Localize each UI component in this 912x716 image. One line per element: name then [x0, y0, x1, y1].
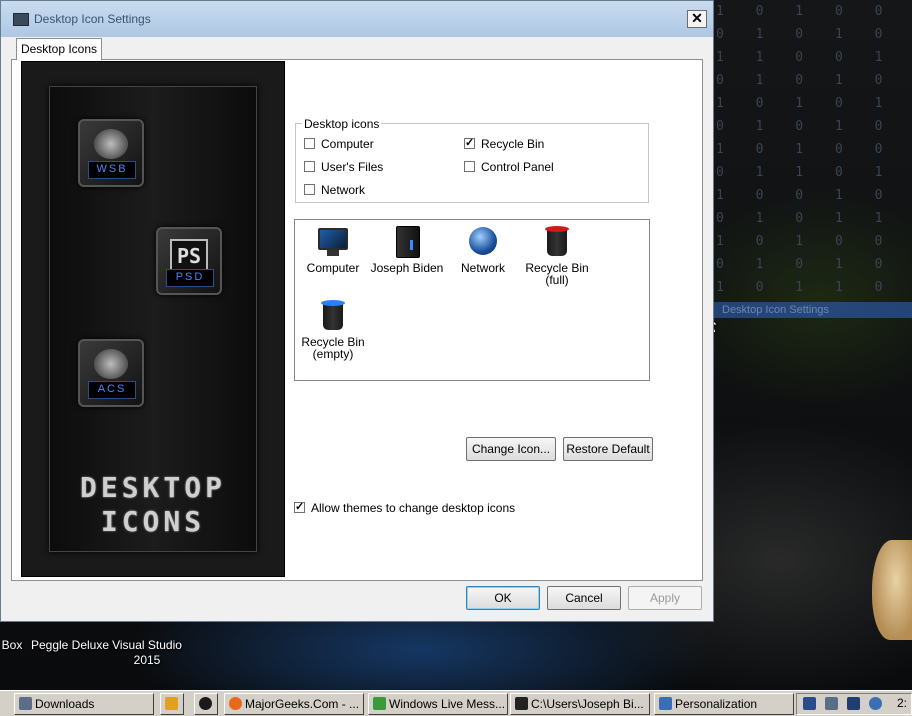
restore-default-button[interactable]: Restore Default	[563, 437, 653, 461]
checkbox-label: Recycle Bin	[481, 137, 545, 151]
apply-button[interactable]: Apply	[628, 586, 702, 610]
taskbar-item-majorgeeks[interactable]: MajorGeeks.Com - ...	[224, 693, 364, 715]
taskbar-item-media[interactable]	[160, 693, 184, 715]
checkbox-label: User's Files	[321, 160, 384, 174]
desktop-icon-label: Visual Studio 2015	[112, 638, 182, 667]
messenger-icon	[373, 697, 386, 710]
recycle-bin-empty-icon	[316, 298, 350, 332]
taskbar-item-label: Personalization	[675, 697, 758, 711]
ps-glyph: PS	[170, 239, 208, 271]
checkbox-label: Control Panel	[481, 160, 554, 174]
taskbar-item-personalization[interactable]: Personalization	[654, 693, 794, 715]
window-app-icon	[13, 13, 29, 26]
desktop-icon-visual-studio[interactable]: Visual Studio 2015	[110, 622, 184, 668]
tile-tag: ACS	[88, 381, 136, 399]
checkbox-box-checked[interactable]: ✓	[294, 502, 305, 513]
tray-volume-icon[interactable]	[869, 697, 882, 710]
system-tray: 2:	[796, 693, 912, 715]
desktop-icon-row: Box Peggle Deluxe Visual Studio 2015	[0, 622, 200, 670]
group-label: Desktop icons	[302, 117, 382, 131]
tray-monitor-icon[interactable]	[847, 697, 860, 710]
preview-title-line2: ICONS	[100, 505, 206, 538]
checkbox-box[interactable]	[304, 138, 315, 149]
tab-desktop-icons[interactable]: Desktop Icons	[16, 38, 102, 60]
checkbox-box[interactable]	[304, 184, 315, 195]
checkbox-box[interactable]	[464, 161, 475, 172]
binary-wallpaper-pattern: 1 0 1 0 0 1 0 1 0 1 0 1 0 1 0 1 1 1 0 0 …	[716, 4, 895, 295]
checkbox-label: Allow themes to change desktop icons	[311, 501, 516, 515]
preview-frame: WSB PS PSD ACS DESKTOP ICONS	[49, 86, 257, 552]
hamster-wallpaper-figure	[872, 540, 912, 640]
taskbar-item-app[interactable]	[194, 693, 218, 715]
desktop-icon-settings-dialog: Desktop Icon Settings ✕ Desktop Icons WS…	[0, 0, 714, 622]
desktop-icon-label: Box	[1, 638, 23, 652]
theme-preview-image: WSB PS PSD ACS DESKTOP ICONS	[21, 61, 285, 577]
gear-tools-icon	[94, 129, 128, 159]
list-item-network[interactable]: Network	[445, 224, 521, 274]
firefox-icon	[229, 697, 242, 710]
taskbar-item-label: C:\Users\Joseph Bi...	[531, 697, 644, 711]
list-item-label: Computer	[306, 261, 360, 275]
psd-tile-icon: PS PSD	[156, 227, 222, 295]
list-item-recycle-bin-empty[interactable]: Recycle Bin (empty)	[295, 298, 371, 360]
dialog-title: Desktop Icon Settings	[34, 12, 151, 26]
taskbar-item-7zip[interactable]: C:\Users\Joseph Bi...	[510, 693, 650, 715]
drag-ghost-label: Desktop Icon Settings	[704, 302, 912, 318]
checkbox-box-checked[interactable]: ✓	[464, 138, 475, 149]
list-item-recycle-bin-full[interactable]: Recycle Bin (full)	[519, 224, 595, 286]
taskbar-item-live-messenger[interactable]: Windows Live Mess...	[368, 693, 508, 715]
speaker-icon	[94, 349, 128, 379]
desktop-icon-label: Peggle Deluxe	[30, 638, 110, 652]
taskbar-item-label: Windows Live Mess...	[389, 697, 506, 711]
cancel-button[interactable]: Cancel	[547, 586, 621, 610]
desktop-icon-box[interactable]: Box	[0, 622, 24, 653]
media-player-icon	[165, 697, 178, 710]
ok-button[interactable]: OK	[466, 586, 540, 610]
list-item-sublabel: (empty)	[312, 347, 354, 361]
checkbox-label: Network	[321, 183, 366, 197]
wsb-tile-icon: WSB	[78, 119, 144, 187]
user-files-icon	[390, 224, 424, 258]
list-item-label: Network	[460, 261, 505, 275]
tile-tag: PSD	[166, 269, 214, 287]
dialog-titlebar[interactable]: Desktop Icon Settings ✕	[1, 1, 713, 37]
change-icon-button[interactable]: Change Icon...	[466, 437, 556, 461]
acs-tile-icon: ACS	[78, 339, 144, 407]
list-item-user-files[interactable]: Joseph Biden	[369, 224, 445, 274]
taskbar-item-label: MajorGeeks.Com - ...	[245, 697, 360, 711]
icon-list-view[interactable]: Computer Joseph Biden Network Recycle Bi…	[294, 219, 650, 381]
taskbar: Downloads MajorGeeks.Com - ... Windows L…	[0, 690, 912, 716]
tray-clock[interactable]: 2:	[897, 696, 907, 710]
tray-arrow-icon[interactable]	[803, 697, 816, 710]
app-circle-icon	[199, 697, 212, 710]
close-icon: ✕	[691, 10, 703, 26]
checkbox-label: Computer	[321, 137, 374, 151]
preview-title-line1: DESKTOP	[79, 471, 226, 504]
network-globe-icon	[466, 224, 500, 258]
7zip-icon	[515, 697, 528, 710]
control-panel-icon	[659, 697, 672, 710]
list-item-sublabel: (full)	[545, 273, 569, 287]
tile-tag: WSB	[88, 161, 136, 179]
taskbar-item-label: Downloads	[35, 697, 95, 711]
taskbar-item-downloads[interactable]: Downloads	[14, 693, 154, 715]
close-button[interactable]: ✕	[687, 10, 707, 28]
tray-network-icon[interactable]	[825, 697, 838, 710]
computer-monitor-icon	[316, 224, 350, 258]
desktop-icon-peggle[interactable]: Peggle Deluxe	[28, 622, 112, 653]
checkbox-box[interactable]	[304, 161, 315, 172]
list-item-label: Joseph Biden	[370, 261, 444, 275]
recycle-bin-full-icon	[540, 224, 574, 258]
folder-icon	[19, 697, 32, 710]
list-item-computer[interactable]: Computer	[295, 224, 371, 274]
